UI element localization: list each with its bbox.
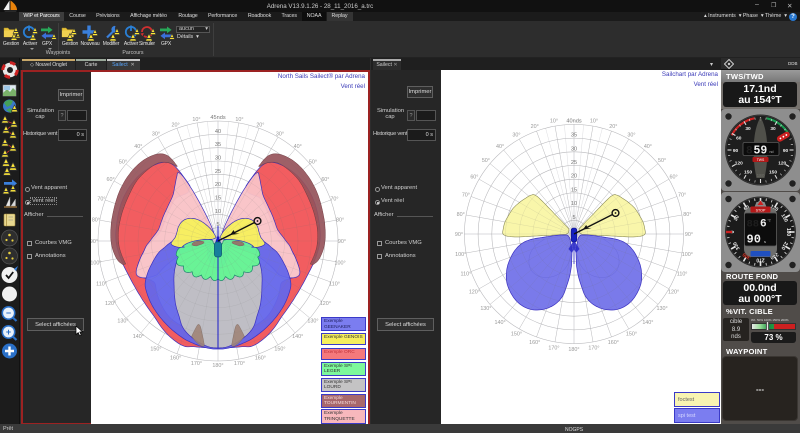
svg-text:70°: 70° bbox=[97, 196, 105, 202]
svg-text:80°: 80° bbox=[683, 212, 691, 218]
svg-text:140°: 140° bbox=[292, 334, 303, 340]
svg-text:30: 30 bbox=[745, 126, 751, 132]
svg-text:40°: 40° bbox=[496, 144, 504, 150]
svg-text:45nds: 45nds bbox=[210, 115, 225, 121]
svg-text:150°: 150° bbox=[150, 346, 161, 352]
svg-text:80°: 80° bbox=[92, 217, 100, 223]
svg-text:140°: 140° bbox=[495, 320, 506, 326]
svg-text:40nds: 40nds bbox=[566, 118, 581, 124]
svg-text:130°: 130° bbox=[307, 318, 318, 324]
svg-text:90: 90 bbox=[733, 148, 739, 154]
svg-text:160°: 160° bbox=[529, 340, 540, 346]
svg-text:60°: 60° bbox=[470, 175, 478, 181]
svg-text:STOP: STOP bbox=[756, 208, 766, 212]
svg-text:70°: 70° bbox=[330, 196, 338, 202]
svg-text:150°: 150° bbox=[511, 332, 522, 338]
svg-text:150°: 150° bbox=[626, 332, 637, 338]
svg-text:−: − bbox=[6, 308, 11, 318]
svg-text:30: 30 bbox=[770, 126, 776, 132]
svg-text:20°: 20° bbox=[609, 124, 617, 130]
svg-text:8: 8 bbox=[746, 145, 753, 157]
svg-text:130°: 130° bbox=[117, 318, 128, 324]
svg-text:59: 59 bbox=[754, 145, 768, 158]
svg-text:10°: 10° bbox=[192, 116, 200, 122]
svg-text:+: + bbox=[6, 327, 11, 337]
svg-text:100°: 100° bbox=[455, 252, 466, 258]
svg-text:150: 150 bbox=[769, 170, 777, 176]
svg-text:90: 90 bbox=[783, 148, 789, 154]
svg-text:90°: 90° bbox=[338, 239, 346, 245]
svg-text:160°: 160° bbox=[170, 355, 181, 361]
svg-text:170°: 170° bbox=[548, 345, 559, 351]
svg-text:90: 90 bbox=[747, 233, 761, 247]
svg-text:160°: 160° bbox=[608, 340, 619, 346]
svg-text:30°: 30° bbox=[627, 132, 635, 138]
svg-text:10°: 10° bbox=[590, 119, 598, 125]
svg-text:TWS: TWS bbox=[757, 158, 765, 162]
svg-text:30°: 30° bbox=[512, 132, 520, 138]
svg-text:170°: 170° bbox=[191, 361, 202, 367]
svg-text:130°: 130° bbox=[480, 306, 491, 312]
svg-text:90°: 90° bbox=[455, 232, 463, 238]
svg-text:80°: 80° bbox=[457, 212, 465, 218]
svg-text:100°: 100° bbox=[682, 252, 693, 258]
svg-text:140°: 140° bbox=[133, 334, 144, 340]
svg-text:10°: 10° bbox=[235, 116, 243, 122]
svg-text:90°: 90° bbox=[91, 239, 98, 245]
svg-text:80°: 80° bbox=[336, 217, 344, 223]
svg-text:170°: 170° bbox=[588, 345, 599, 351]
svg-text:150: 150 bbox=[744, 170, 752, 176]
svg-text:120°: 120° bbox=[469, 290, 480, 296]
svg-text:s: s bbox=[764, 239, 766, 244]
svg-text:180°: 180° bbox=[212, 363, 223, 369]
svg-text:50°: 50° bbox=[658, 158, 666, 164]
svg-text:160°: 160° bbox=[255, 355, 266, 361]
svg-text:°T: °T bbox=[768, 219, 771, 223]
svg-text:270: 270 bbox=[756, 256, 765, 262]
svg-text:50°: 50° bbox=[482, 158, 490, 164]
svg-text:130°: 130° bbox=[657, 306, 668, 312]
svg-text:120: 120 bbox=[778, 160, 786, 166]
svg-text:88: 88 bbox=[747, 219, 760, 231]
svg-text:170°: 170° bbox=[234, 361, 245, 367]
svg-text:60: 60 bbox=[736, 135, 742, 141]
svg-text:10°: 10° bbox=[550, 119, 558, 125]
svg-text:70°: 70° bbox=[678, 193, 686, 199]
svg-text:120°: 120° bbox=[668, 290, 679, 296]
svg-text:110°: 110° bbox=[461, 271, 472, 277]
svg-text:90°: 90° bbox=[685, 232, 693, 238]
svg-text:150°: 150° bbox=[274, 346, 285, 352]
svg-text:nd: nd bbox=[770, 150, 774, 154]
svg-text:110°: 110° bbox=[677, 271, 688, 277]
svg-text:6: 6 bbox=[760, 219, 767, 231]
svg-text:180: 180 bbox=[785, 228, 791, 237]
svg-text:40°: 40° bbox=[644, 144, 652, 150]
svg-text:60°: 60° bbox=[670, 175, 678, 181]
svg-text:140°: 140° bbox=[642, 320, 653, 326]
svg-text:20°: 20° bbox=[531, 124, 539, 130]
svg-text:70°: 70° bbox=[462, 193, 470, 199]
svg-text:120: 120 bbox=[735, 160, 743, 166]
svg-text:180°: 180° bbox=[568, 347, 579, 353]
